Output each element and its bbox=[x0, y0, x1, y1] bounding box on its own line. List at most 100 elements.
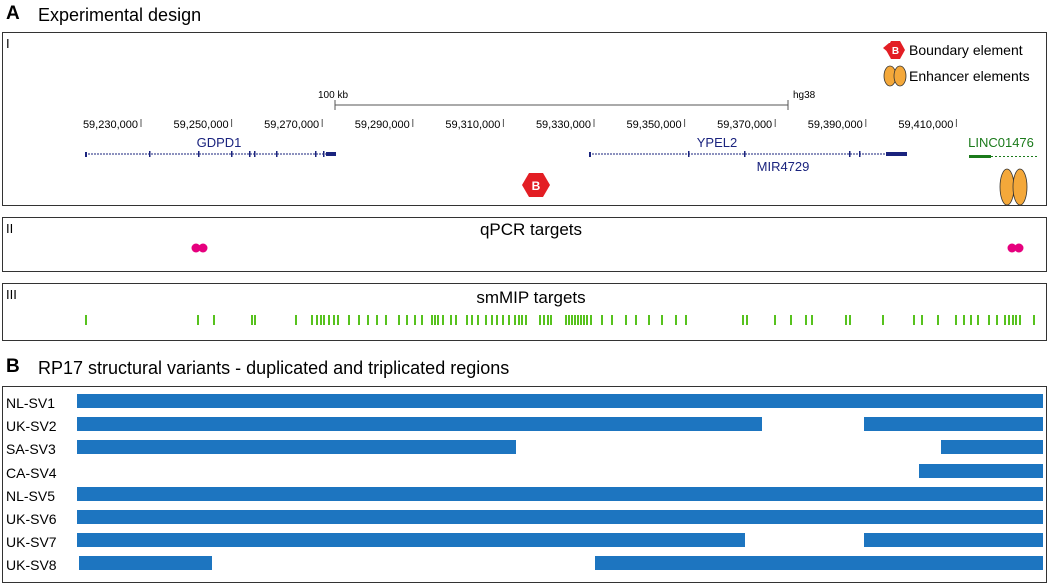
coordinate-tick-label: 59,390,000 bbox=[808, 119, 863, 131]
smmip-target-mark bbox=[442, 315, 444, 325]
variant-segment-bar bbox=[77, 486, 1043, 501]
smmip-target-mark bbox=[431, 315, 433, 325]
smmip-target-mark bbox=[539, 315, 541, 325]
variant-segment-bar bbox=[77, 510, 1043, 524]
smmip-target-mark bbox=[635, 315, 637, 325]
variant-row: SA-SV3 bbox=[3, 440, 1046, 458]
smmip-target-mark bbox=[254, 315, 256, 325]
variant-segment-bar bbox=[77, 394, 1043, 408]
smmip-target-mark bbox=[295, 315, 297, 325]
gdpd1-label: GDPD1 bbox=[197, 135, 242, 150]
qpcr-track bbox=[191, 243, 1024, 253]
panel-ii: II qPCR targets bbox=[2, 217, 1047, 272]
smmip-target-mark bbox=[580, 315, 582, 325]
smmip-target-mark bbox=[385, 315, 387, 325]
variant-segment-bar bbox=[940, 440, 1043, 455]
smmip-target-mark bbox=[358, 315, 360, 325]
variant-segment-bar bbox=[78, 556, 213, 571]
smmip-target-mark bbox=[333, 315, 335, 325]
smmip-target-mark bbox=[565, 315, 567, 325]
smmip-target-mark bbox=[1033, 315, 1035, 325]
mir4729-label: MIR4729 bbox=[757, 159, 810, 174]
smmip-target-mark bbox=[437, 315, 439, 325]
smmip-target-mark bbox=[577, 315, 579, 325]
ypel2-gene-model bbox=[589, 151, 907, 157]
smmip-target-mark bbox=[550, 315, 552, 325]
variant-row: NL-SV1 bbox=[3, 394, 1046, 411]
variant-label: UK-SV7 bbox=[6, 534, 57, 551]
smmip-target-mark bbox=[521, 315, 523, 325]
smmip-target-mark bbox=[543, 315, 545, 325]
variant-row: NL-SV5 bbox=[3, 486, 1046, 504]
smmip-target-mark bbox=[849, 315, 851, 325]
section-a-letter: A bbox=[6, 3, 20, 24]
smmip-target-mark bbox=[774, 315, 776, 325]
coordinate-tick-label: 59,310,000 bbox=[445, 119, 500, 131]
coordinate-tick-label: 59,290,000 bbox=[355, 119, 410, 131]
variant-label: NL-SV5 bbox=[6, 487, 56, 504]
coordinate-ticks: 59,230,000 59,250,000 59,270,000 59,290,000… bbox=[83, 119, 957, 131]
smmip-target-mark bbox=[323, 315, 325, 325]
smmip-target-mark bbox=[502, 315, 504, 325]
smmip-target-mark bbox=[434, 315, 436, 325]
smmip-target-mark bbox=[311, 315, 313, 325]
qpcr-target-right-icon bbox=[1007, 243, 1024, 253]
smmip-target-mark bbox=[547, 315, 549, 325]
smmip-target-mark bbox=[508, 315, 510, 325]
smmip-target-mark bbox=[1019, 315, 1021, 325]
smmip-target-mark bbox=[811, 315, 813, 325]
smmip-target-mark bbox=[348, 315, 350, 325]
variant-label: UK-SV6 bbox=[6, 511, 57, 527]
smmip-target-mark bbox=[337, 315, 339, 325]
smmip-target-mark bbox=[882, 315, 884, 325]
variant-segment-bar bbox=[77, 417, 762, 432]
variant-label: NL-SV1 bbox=[6, 395, 56, 411]
variant-row: UK-SV2 bbox=[3, 417, 1046, 434]
variant-row: UK-SV8 bbox=[3, 556, 1046, 573]
linc01476-gene-model bbox=[969, 155, 1038, 158]
smmip-target-mark bbox=[414, 315, 416, 325]
smmip-target-mark bbox=[518, 315, 520, 325]
coordinate-tick-label: 59,330,000 bbox=[536, 119, 591, 131]
smmip-target-mark bbox=[496, 315, 498, 325]
smmip-target-mark bbox=[197, 315, 199, 325]
enhancer-legend-icon bbox=[883, 65, 907, 87]
variant-label: SA-SV3 bbox=[6, 441, 56, 458]
variant-segment-bar bbox=[594, 556, 1043, 571]
smmip-target-mark bbox=[601, 315, 603, 325]
smmip-target-mark bbox=[213, 315, 215, 325]
smmip-target-mark bbox=[746, 315, 748, 325]
variant-row: UK-SV7 bbox=[3, 533, 1046, 551]
smmip-target-mark bbox=[685, 315, 687, 325]
smmip-target-mark bbox=[996, 315, 998, 325]
panel-i-track: B Boundary element Enhancer elements 100… bbox=[83, 41, 1038, 205]
smmip-target-mark bbox=[625, 315, 627, 325]
panel-i: I B Boundary element Enhancer elements 1… bbox=[2, 32, 1047, 206]
variant-segment-bar bbox=[864, 417, 1043, 432]
smmip-target-mark bbox=[1015, 315, 1017, 325]
variant-segment-bar bbox=[77, 533, 746, 548]
smmip-target-mark bbox=[525, 315, 527, 325]
smmip-track bbox=[85, 315, 1035, 325]
smmip-target-mark bbox=[450, 315, 452, 325]
smmip-target-mark bbox=[790, 315, 792, 325]
boundary-legend-icon: B bbox=[883, 41, 905, 59]
smmip-target-mark bbox=[376, 315, 378, 325]
smmip-target-mark bbox=[421, 315, 423, 325]
smmip-target-mark bbox=[85, 315, 87, 325]
smmip-target-mark bbox=[590, 315, 592, 325]
smmip-target-mark bbox=[675, 315, 677, 325]
smmip-target-mark bbox=[963, 315, 965, 325]
variant-segment-bar bbox=[864, 533, 1043, 548]
smmip-target-mark bbox=[251, 315, 253, 325]
smmip-target-mark bbox=[477, 315, 479, 325]
boundary-element-icon: B bbox=[522, 173, 550, 197]
smmip-target-mark bbox=[913, 315, 915, 325]
smmip-target-mark bbox=[455, 315, 457, 325]
smmip-target-mark bbox=[1004, 315, 1006, 325]
panel-iii: III smMIP targets bbox=[2, 283, 1047, 341]
smmip-target-mark bbox=[466, 315, 468, 325]
qpcr-target-left-icon bbox=[191, 243, 208, 253]
coordinate-tick-label: 59,350,000 bbox=[627, 119, 682, 131]
smmip-target-mark bbox=[937, 315, 939, 325]
